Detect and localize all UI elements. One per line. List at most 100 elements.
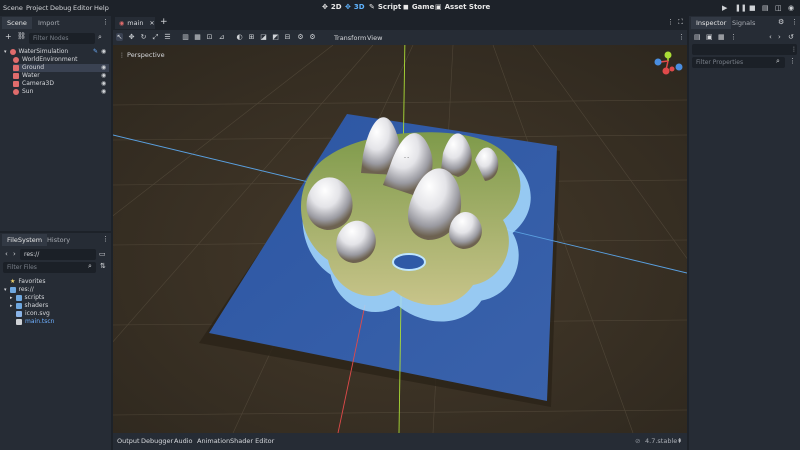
sort-icon[interactable]: ⇅ (100, 262, 106, 270)
object-history-icon[interactable]: ⋮ (791, 46, 797, 53)
forward-icon[interactable]: › (13, 250, 16, 258)
file-res-root[interactable]: ▾ res:// (4, 286, 34, 294)
tree-row-camera3d[interactable]: Camera3D (13, 80, 54, 88)
snap-grid-icon[interactable]: ⊞ (248, 33, 255, 41)
move-tool-icon[interactable]: ✥ (128, 33, 135, 41)
menu-debug[interactable]: Debug (50, 4, 71, 12)
menu-help[interactable]: Help (94, 4, 109, 12)
tab-shader-editor[interactable]: Shader Editor (230, 437, 274, 445)
ruler-icon[interactable]: ⊿ (218, 33, 225, 41)
camera-preview-icon[interactable]: ⊟ (284, 33, 291, 41)
file-icon-svg[interactable]: icon.svg (16, 310, 50, 318)
list-select-icon[interactable]: ☰ (164, 33, 171, 41)
path-field[interactable]: res:// (20, 249, 96, 260)
tab-history[interactable]: History (42, 234, 75, 246)
search-icon[interactable]: ⌕ (88, 262, 92, 271)
stop-icon[interactable]: ■ (749, 4, 756, 12)
play-scene-icon[interactable]: ◫ (775, 4, 782, 12)
add-scene-tab-icon[interactable]: + (160, 17, 168, 27)
back-icon[interactable]: ‹ (5, 250, 8, 258)
tab-debugger[interactable]: Debugger (141, 437, 173, 445)
tab-animation[interactable]: Animation (197, 437, 230, 445)
workspace-2d[interactable]: ✥ 2D (322, 3, 342, 11)
object-path-field[interactable] (692, 44, 797, 55)
search-icon[interactable]: ⌕ (776, 57, 780, 66)
settings-icon[interactable]: ⚙ (309, 33, 316, 41)
movie-maker-icon[interactable]: ◉ (788, 4, 794, 12)
file-scripts[interactable]: ▸ scripts (10, 294, 44, 302)
visibility-eye-icon[interactable]: ◉ (101, 80, 106, 87)
new-resource-icon[interactable]: ▤ (694, 33, 701, 41)
save-resource-icon[interactable]: ▦ (718, 33, 725, 41)
transform-snap-icon[interactable]: ⚙ (297, 33, 304, 41)
file-shaders[interactable]: ▸ shaders (10, 302, 48, 310)
remote-debug-icon[interactable]: ▤ (762, 4, 769, 12)
dock-menu-icon[interactable]: ⋮ (102, 18, 109, 26)
collapse-icon: ▾ (4, 49, 7, 55)
filter-files-input[interactable]: Filter Files (3, 262, 96, 273)
history-icon[interactable]: ↺ (788, 33, 794, 41)
local-space-icon[interactable]: ◐ (236, 33, 243, 41)
tab-inspector[interactable]: Inspector (691, 17, 732, 29)
menu-project[interactable]: Project (26, 4, 48, 12)
workspace-asset-store[interactable]: ▣ Asset Store (435, 3, 490, 11)
menu-view[interactable]: View (367, 34, 382, 42)
menu-scene[interactable]: Scene (3, 4, 23, 12)
snap-icon[interactable]: ⊡ (206, 33, 213, 41)
group-icon[interactable]: ▦ (194, 33, 201, 41)
split-view-icon[interactable]: ▭ (99, 250, 106, 258)
tree-row-ground[interactable]: Ground (13, 64, 109, 72)
scale-tool-icon[interactable]: ⤢ (152, 33, 159, 41)
forward-icon[interactable]: › (778, 33, 781, 41)
node-settings-icon[interactable]: ⚙ (778, 18, 784, 26)
select-tool-icon[interactable]: ↖ (116, 33, 123, 41)
tree-row-water[interactable]: Water (13, 72, 40, 80)
tree-row-watersimulation[interactable]: ▾ WaterSimulation (4, 48, 68, 56)
tab-scene[interactable]: Scene (2, 17, 32, 29)
close-icon[interactable]: ✕ (150, 20, 155, 27)
sun-preview-icon[interactable]: ◪ (260, 33, 267, 41)
visibility-eye-icon[interactable]: ◉ (101, 88, 106, 95)
visibility-eye-icon[interactable]: ◉ (101, 72, 106, 79)
link-icon[interactable]: ⛓ (17, 32, 26, 40)
environment-preview-icon[interactable]: ◩ (272, 33, 279, 41)
file-favorites[interactable]: ★ Favorites (10, 278, 46, 286)
workspace-script[interactable]: ✎ Script (369, 3, 401, 11)
filter-nodes-input[interactable]: Filter Nodes (29, 33, 95, 44)
add-node-icon[interactable]: + (5, 32, 12, 41)
filter-properties-input[interactable]: Filter Properties (692, 57, 785, 68)
tab-filesystem[interactable]: FileSystem (2, 234, 48, 246)
search-icon[interactable]: ⌕ (98, 33, 102, 42)
pin-panel-icon[interactable]: ⇞ (677, 437, 682, 445)
tab-signals[interactable]: Signals (727, 17, 760, 29)
visibility-eye-icon[interactable]: ◉ (101, 48, 106, 55)
perspective-menu[interactable]: ⋮ Perspective (119, 51, 165, 59)
3d-viewport[interactable]: ˘ ˘ ⋮ Perspective (113, 45, 687, 433)
tab-output[interactable]: Output (117, 437, 140, 445)
tab-audio[interactable]: Audio (174, 437, 192, 445)
open-resource-icon[interactable]: ▣ (706, 33, 713, 41)
tree-row-sun[interactable]: Sun (13, 88, 33, 96)
play-icon[interactable]: ▶ (722, 4, 727, 12)
workspace-game[interactable]: ◼ Game (403, 3, 434, 11)
inspector-options-icon[interactable]: ⋮ (789, 57, 796, 65)
resource-menu-icon[interactable]: ⋮ (730, 33, 737, 41)
menu-editor[interactable]: Editor (73, 4, 92, 12)
workspace-3d[interactable]: ✥ 3D (345, 3, 365, 11)
menu-transform[interactable]: Transform (334, 34, 366, 42)
viewport-menu-icon[interactable]: ⋮ (678, 33, 685, 41)
file-main-tscn[interactable]: main.tscn (16, 318, 54, 326)
visibility-eye-icon[interactable]: ◉ (101, 64, 106, 71)
lock-icon[interactable]: ▥ (182, 33, 189, 41)
tab-menu-icon[interactable]: ⋮ (667, 18, 674, 26)
dock-menu-icon[interactable]: ⋮ (102, 235, 109, 243)
script-attached-icon[interactable]: ✎ (93, 48, 98, 55)
scene-tab-main[interactable]: ◉ main ✕ (115, 17, 155, 29)
back-icon[interactable]: ‹ (769, 33, 772, 41)
rotate-tool-icon[interactable]: ↻ (140, 33, 147, 41)
dock-menu-icon[interactable]: ⋮ (791, 18, 798, 26)
tab-import[interactable]: Import (33, 17, 65, 29)
tree-row-worldenvironment[interactable]: WorldEnvironment (13, 56, 78, 64)
distraction-free-icon[interactable]: ⛶ (678, 18, 683, 27)
pause-icon[interactable]: ❚❚ (735, 4, 747, 12)
